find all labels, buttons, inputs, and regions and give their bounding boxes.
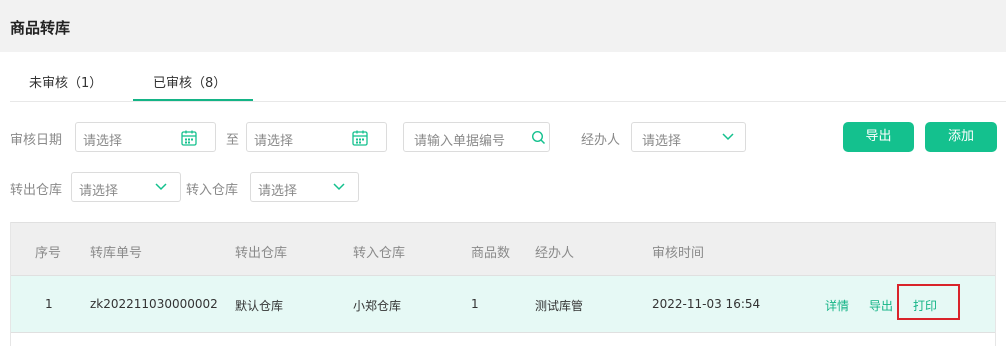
out-warehouse-label: 转出仓库 — [10, 183, 63, 198]
page-title: 商品转库 — [10, 19, 71, 37]
col-qty: 商品数 — [471, 246, 511, 261]
date-end-field[interactable]: 请选择 — [246, 122, 387, 152]
tab-unaudited[interactable]: 未审核（1） — [29, 72, 102, 91]
cell-audit-time: 2022-11-03 16:54 — [652, 297, 761, 311]
col-handler: 经办人 — [535, 246, 575, 261]
cell-in-warehouse: 小郑仓库 — [353, 299, 402, 313]
row-export-link[interactable]: 导出 — [869, 297, 893, 314]
out-warehouse-placeholder: 请选择 — [79, 184, 119, 199]
in-warehouse-placeholder: 请选择 — [258, 184, 298, 199]
doc-no-placeholder: 请输入单据编号 — [414, 134, 506, 149]
col-doc-no: 转库单号 — [90, 246, 143, 261]
tab-audited[interactable]: 已审核（8） — [153, 72, 226, 91]
col-index: 序号 — [35, 246, 62, 261]
cell-out-warehouse: 默认仓库 — [235, 299, 284, 313]
add-button[interactable]: 添加 — [925, 122, 997, 152]
col-in-warehouse: 转入仓库 — [353, 246, 406, 261]
date-start-placeholder: 请选择 — [83, 134, 123, 149]
col-out-warehouse: 转出仓库 — [235, 246, 288, 261]
calendar-icon — [180, 129, 198, 151]
cell-index: 1 — [45, 297, 53, 311]
cell-handler: 测试库管 — [535, 299, 584, 313]
transfer-table: 序号 转库单号 转出仓库 转入仓库 商品数 经办人 审核时间 1 zk20221… — [10, 222, 996, 346]
calendar-icon — [351, 129, 369, 151]
table-row[interactable]: 1 zk202211030000002 默认仓库 小郑仓库 1 测试库管 202… — [11, 275, 995, 333]
active-tab-indicator — [133, 99, 253, 101]
handler-select[interactable]: 请选择 — [631, 122, 746, 152]
cell-doc-no: zk202211030000002 — [90, 297, 218, 311]
col-audit-time: 审核时间 — [652, 246, 705, 261]
date-end-placeholder: 请选择 — [254, 134, 294, 149]
handler-placeholder: 请选择 — [642, 134, 682, 149]
detail-link[interactable]: 详情 — [825, 297, 849, 314]
date-start-field[interactable]: 请选择 — [75, 122, 216, 152]
date-range-separator: 至 — [226, 133, 240, 148]
table-header: 序号 转库单号 转出仓库 转入仓库 商品数 经办人 审核时间 — [11, 222, 995, 275]
out-warehouse-select[interactable]: 请选择 — [71, 172, 181, 202]
chevron-down-icon — [332, 181, 346, 197]
print-highlight-box — [897, 284, 960, 320]
in-warehouse-select[interactable]: 请选择 — [250, 172, 359, 202]
page-header: 商品转库 — [0, 0, 1006, 52]
chevron-down-icon — [154, 181, 168, 197]
tab-bar: 未审核（1） 已审核（8） — [10, 56, 1006, 102]
doc-no-search-input[interactable]: 请输入单据编号 — [403, 122, 550, 152]
cell-qty: 1 — [471, 297, 479, 311]
chevron-down-icon — [721, 131, 735, 147]
audit-date-label: 审核日期 — [10, 133, 63, 148]
search-icon[interactable] — [531, 130, 546, 149]
export-button[interactable]: 导出 — [843, 122, 914, 152]
handler-label: 经办人 — [581, 133, 621, 148]
in-warehouse-label: 转入仓库 — [186, 183, 239, 198]
